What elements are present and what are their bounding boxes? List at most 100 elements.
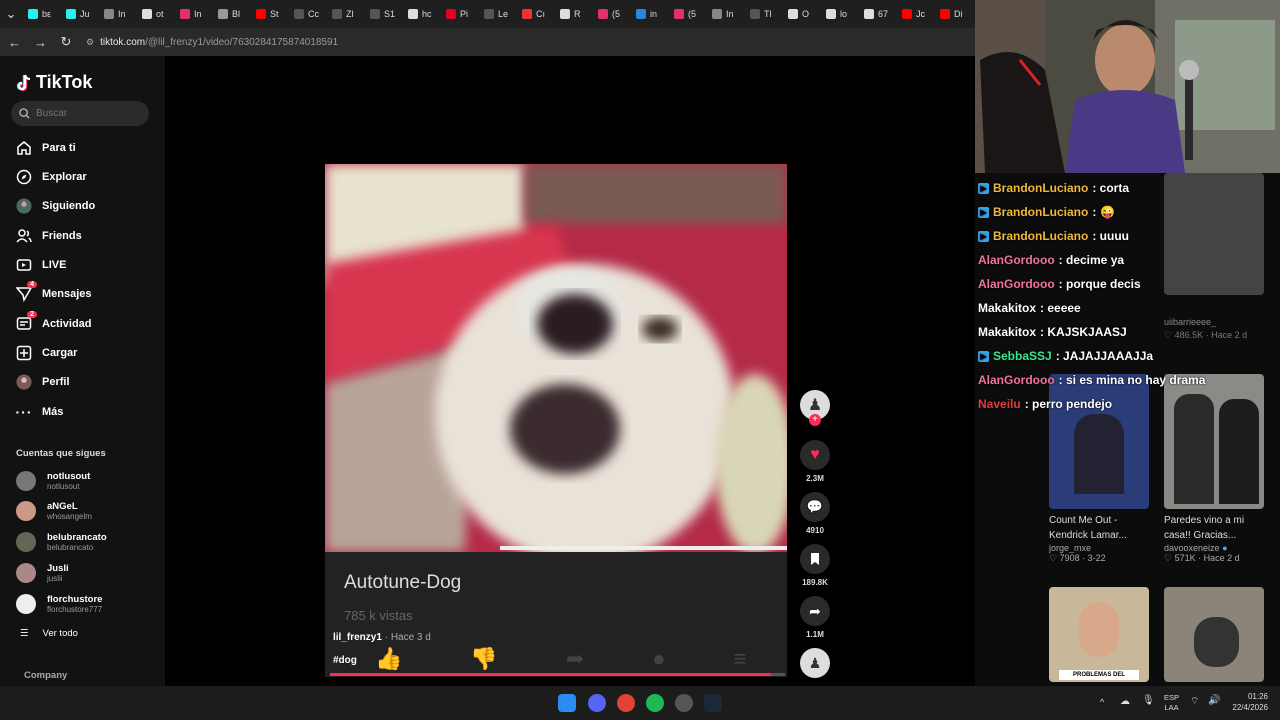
followed-account[interactable]: Jusli juslii bbox=[16, 560, 156, 586]
suggested-card-2[interactable]: Paredes vino a mi casa!! Gracias... davo… bbox=[1164, 513, 1274, 564]
clock-date: 22/4/2026 bbox=[1232, 703, 1268, 712]
browser-tab[interactable]: In bbox=[174, 0, 212, 28]
following-avatar-icon bbox=[16, 198, 32, 214]
dislike-hand-icon: 👎 bbox=[470, 646, 498, 671]
browser-tab[interactable]: hc bbox=[402, 0, 440, 28]
tiktok-logo[interactable]: TikTok bbox=[16, 72, 92, 93]
compass-icon bbox=[16, 169, 32, 185]
forward-icon[interactable]: → bbox=[34, 35, 47, 50]
nav-live[interactable]: LIVE bbox=[16, 254, 156, 276]
browser-tab[interactable]: Cı bbox=[516, 0, 554, 28]
browser-tab[interactable]: in bbox=[630, 0, 668, 28]
wifi-icon[interactable]: ⌔ bbox=[1190, 695, 1199, 708]
browser-tab[interactable]: (5 bbox=[592, 0, 630, 28]
sound-avatar-button[interactable]: ♟ bbox=[800, 648, 830, 678]
browser-tab[interactable]: S1 bbox=[364, 0, 402, 28]
browser-tab[interactable]: Bl bbox=[212, 0, 250, 28]
suggested-thumb-top[interactable] bbox=[1164, 173, 1264, 295]
nav-para-ti[interactable]: Para ti bbox=[16, 137, 156, 159]
chat-text: : KAJSKJAASJ bbox=[1040, 325, 1127, 339]
clock[interactable]: 01:26 22/4/2026 bbox=[1232, 691, 1268, 713]
browser-tab[interactable]: ot bbox=[136, 0, 174, 28]
chat-badge-icon: ▶ bbox=[978, 206, 989, 218]
nav-friends[interactable]: Friends bbox=[16, 225, 156, 247]
browser-tab[interactable]: Ju bbox=[60, 0, 98, 28]
browser-tab[interactable]: lo bbox=[820, 0, 858, 28]
home-icon bbox=[16, 140, 32, 156]
save-button[interactable]: 189.8K bbox=[800, 544, 830, 587]
chat-username: Makakitox bbox=[978, 301, 1037, 315]
browser-tab[interactable]: Zl bbox=[326, 0, 364, 28]
suggested-title-1a: Count Me Out - bbox=[1049, 515, 1118, 526]
suggested-thumb-1[interactable] bbox=[1049, 374, 1149, 509]
followed-account[interactable]: belubrancato belubrancato bbox=[16, 529, 156, 555]
browser-tab[interactable]: St bbox=[250, 0, 288, 28]
language-indicator[interactable]: ESP LAA bbox=[1164, 693, 1179, 713]
browser-tab[interactable]: In bbox=[706, 0, 744, 28]
creator-avatar-button[interactable]: ♟ + bbox=[800, 390, 830, 426]
tray-apps-icon[interactable]: ☁ bbox=[1120, 696, 1130, 707]
suggested-meta-top: ♡ 486.5K · Hace 2 d bbox=[1164, 330, 1248, 340]
chat-message: ▶ BrandonLuciano: 😜 bbox=[978, 205, 1115, 219]
discord-icon[interactable] bbox=[588, 694, 606, 712]
search-box[interactable] bbox=[11, 101, 149, 126]
nav-siguiendo[interactable]: Siguiendo bbox=[16, 195, 156, 217]
obs-icon[interactable] bbox=[675, 694, 693, 712]
search-input[interactable] bbox=[36, 108, 136, 119]
start-icon[interactable] bbox=[558, 694, 576, 712]
steam-icon[interactable] bbox=[704, 694, 722, 712]
tab-favicon-icon bbox=[218, 9, 228, 19]
volume-icon[interactable]: 🔊 bbox=[1208, 695, 1220, 706]
url-path: /@lil_frenzy1/video/7630284175874018591 bbox=[145, 36, 339, 48]
see-all-link[interactable]: ☰ Ver todo bbox=[20, 628, 78, 639]
browser-tab[interactable]: In bbox=[98, 0, 136, 28]
chrome-icon[interactable] bbox=[617, 694, 635, 712]
suggested-author-top[interactable]: uiibarrieeee_ bbox=[1164, 317, 1216, 327]
browser-tab[interactable]: Di bbox=[934, 0, 972, 28]
browser-tab[interactable]: bε bbox=[22, 0, 60, 28]
followed-account[interactable]: aNGeL whosangelm bbox=[16, 498, 156, 524]
suggested-thumb-4[interactable] bbox=[1164, 587, 1264, 682]
like-button[interactable]: ♥ 2.3M bbox=[800, 440, 830, 483]
suggested-thumb-3[interactable]: PROBLEMAS DEL bbox=[1049, 587, 1149, 682]
browser-tab[interactable]: Jc bbox=[896, 0, 934, 28]
followed-account[interactable]: florchustore florchustore777 bbox=[16, 591, 156, 617]
comment-button[interactable]: 💬 4910 bbox=[800, 492, 830, 535]
spotify-icon[interactable] bbox=[646, 694, 664, 712]
tab-search-icon[interactable]: ⌄ bbox=[0, 6, 22, 22]
browser-tab[interactable]: Tl bbox=[744, 0, 782, 28]
nav-m-s[interactable]: ··· Más bbox=[16, 401, 156, 423]
mic-icon[interactable]: 🎙 bbox=[1142, 695, 1155, 706]
browser-tab[interactable]: 67 bbox=[858, 0, 896, 28]
follow-plus-icon[interactable]: + bbox=[809, 414, 821, 426]
nav-actividad[interactable]: 2 Actividad bbox=[16, 311, 156, 335]
browser-tab[interactable]: Pi bbox=[440, 0, 478, 28]
messages-icon: 4 bbox=[16, 281, 37, 302]
browser-tab[interactable]: R bbox=[554, 0, 592, 28]
suggested-card-1[interactable]: Count Me Out - Kendrick Lamar... jorge_m… bbox=[1049, 513, 1159, 564]
tray-chevron-icon[interactable]: ^ bbox=[1100, 697, 1104, 707]
lang-code: ESP bbox=[1164, 693, 1180, 702]
url-field[interactable]: ⚙ tiktok.com/@lil_frenzy1/video/76302841… bbox=[86, 37, 338, 48]
company-link[interactable]: Company bbox=[24, 670, 67, 681]
hashtag-link[interactable]: #dog bbox=[333, 655, 357, 666]
site-info-icon[interactable]: ⚙ bbox=[86, 37, 94, 48]
browser-tab[interactable]: Cc bbox=[288, 0, 326, 28]
nav-cargar[interactable]: Cargar bbox=[16, 342, 156, 364]
suggested-thumb-2[interactable] bbox=[1164, 374, 1264, 509]
nav-mensajes[interactable]: 4 Mensajes bbox=[16, 281, 156, 305]
share-button[interactable]: ➦ 1.1M bbox=[800, 596, 830, 639]
nav-perfil[interactable]: Perfil bbox=[16, 371, 156, 393]
nav-explorar[interactable]: Explorar bbox=[16, 166, 156, 188]
tab-favicon-icon bbox=[712, 9, 722, 19]
url-host: tiktok.com bbox=[100, 36, 146, 48]
browser-tab[interactable]: O bbox=[782, 0, 820, 28]
video-player[interactable] bbox=[325, 164, 787, 552]
browser-tab[interactable]: Le bbox=[478, 0, 516, 28]
back-icon[interactable]: ← bbox=[8, 35, 21, 50]
followed-account[interactable]: notlusout notlusout bbox=[16, 468, 156, 494]
chat-badge-icon: ▶ bbox=[978, 350, 989, 362]
reload-icon[interactable]: ↻ bbox=[60, 34, 72, 50]
video-author[interactable]: lil_frenzy1 · Hace 3 d bbox=[333, 632, 431, 643]
browser-tab[interactable]: (5 bbox=[668, 0, 706, 28]
